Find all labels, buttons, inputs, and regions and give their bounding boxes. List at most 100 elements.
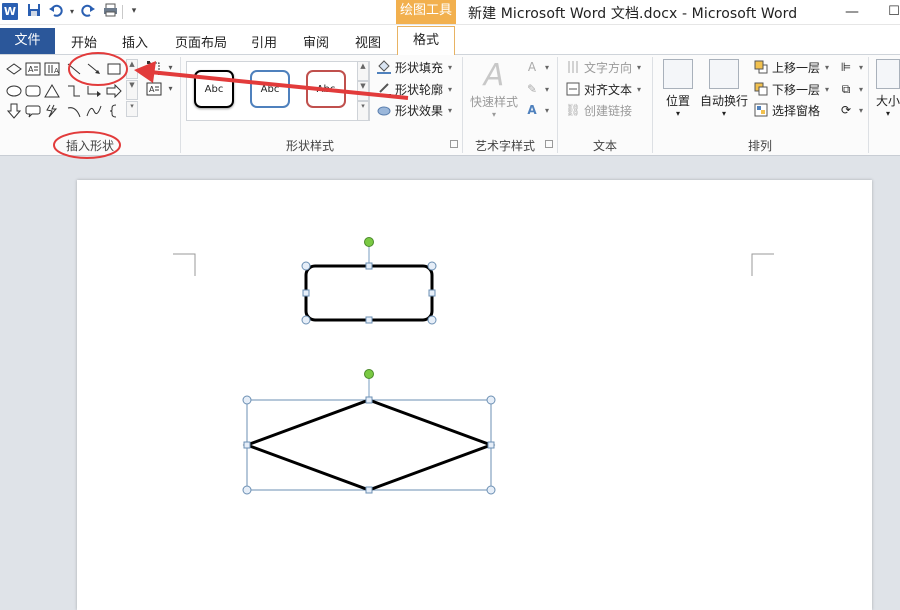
shape-rectangle-icon[interactable] bbox=[105, 60, 122, 77]
rotate-icon: ⟳ bbox=[840, 103, 852, 117]
shape-styles-label: 形状样式 bbox=[285, 139, 334, 153]
svg-text:A: A bbox=[149, 85, 155, 94]
shape-style-sample-blue[interactable]: Abc bbox=[250, 70, 290, 108]
draw-textbox-icon[interactable]: A bbox=[145, 80, 162, 97]
send-backward-button[interactable]: 下移一层 ▾ bbox=[753, 79, 829, 99]
shape-right-arrow-icon[interactable] bbox=[105, 82, 122, 99]
pencil-outline-icon bbox=[376, 81, 392, 97]
page-content-svg bbox=[173, 237, 774, 495]
margin-corner-mark-left bbox=[173, 253, 196, 276]
shape-lightning-icon[interactable] bbox=[43, 102, 60, 119]
text-outline-button[interactable]: ✎ ▾ bbox=[524, 79, 549, 99]
tab-references[interactable]: 引用 bbox=[251, 32, 277, 51]
customize-qat-icon[interactable]: ▾ bbox=[126, 3, 142, 20]
text-effects-icon: A bbox=[527, 103, 537, 117]
shape-arc-icon[interactable] bbox=[65, 102, 82, 119]
tab-home[interactable]: 开始 bbox=[71, 32, 97, 51]
shapes-gallery-scroll-up[interactable]: ▲ bbox=[126, 59, 138, 79]
edit-shape-dropdown-icon[interactable]: ▾ bbox=[162, 59, 179, 76]
wrap-text-icon bbox=[709, 59, 739, 89]
tab-file[interactable]: 文件 bbox=[0, 28, 55, 54]
draw-textbox-dropdown-icon[interactable]: ▾ bbox=[162, 80, 179, 97]
rotate-button[interactable]: ⟳ ▾ bbox=[838, 100, 863, 120]
shape-diamond-icon[interactable] bbox=[5, 60, 22, 77]
shape-effects-dropdown-icon: ▾ bbox=[448, 105, 453, 115]
shape-arrow-icon[interactable] bbox=[85, 60, 102, 77]
wrap-text-button[interactable]: 自动换行 ▾ bbox=[699, 59, 749, 118]
bring-forward-dropdown-icon: ▾ bbox=[825, 62, 830, 72]
align-icon: ⊫ bbox=[840, 60, 852, 74]
shape-effects-button[interactable]: 形状效果 ▾ bbox=[376, 100, 452, 120]
align-dropdown-icon: ▾ bbox=[859, 62, 864, 72]
create-link-label: 创建链接 bbox=[584, 103, 633, 118]
shape-outline-label: 形状轮廓 bbox=[395, 82, 444, 97]
bring-forward-icon bbox=[753, 59, 769, 75]
shape-oval-icon[interactable] bbox=[5, 82, 22, 99]
bring-forward-button[interactable]: 上移一层 ▾ bbox=[753, 57, 829, 77]
text-direction-button[interactable]: 文字方向 ▾ bbox=[565, 57, 641, 77]
align-button[interactable]: ⊫ ▾ bbox=[838, 57, 863, 77]
window-title: 新建 Microsoft Word 文档.docx - Microsoft Wo… bbox=[468, 6, 798, 22]
edit-shape-icon[interactable] bbox=[145, 59, 162, 76]
ribbon-tabs: 文件 开始 插入 页面布局 引用 审阅 视图 格式 bbox=[0, 25, 900, 56]
margin-corner-mark-right bbox=[751, 253, 774, 276]
shape-style-sample-black[interactable]: Abc bbox=[194, 70, 234, 108]
undo-icon[interactable] bbox=[48, 3, 64, 20]
tab-page-layout[interactable]: 页面布局 bbox=[175, 32, 227, 51]
styles-gallery-more[interactable]: ▾ bbox=[357, 101, 369, 121]
undo-dropdown-icon[interactable]: ▾ bbox=[64, 3, 80, 20]
print-icon[interactable] bbox=[102, 3, 118, 20]
create-link-button[interactable]: ⛓ 创建链接 bbox=[565, 100, 632, 120]
redo-icon[interactable] bbox=[80, 3, 96, 20]
shape-triangle-icon[interactable] bbox=[43, 82, 60, 99]
group-button[interactable]: ⧉ ▾ bbox=[838, 79, 863, 99]
shape-vertical-textbox-icon[interactable]: A bbox=[43, 60, 60, 77]
selection-pane-icon bbox=[753, 102, 769, 118]
quick-styles-button[interactable]: A 快速样式 ▾ bbox=[468, 59, 520, 120]
styles-gallery-scroll-up[interactable]: ▲ bbox=[357, 61, 369, 81]
link-icon: ⛓ bbox=[565, 103, 581, 117]
maximize-icon[interactable]: ☐ bbox=[884, 2, 900, 22]
shape-fill-button[interactable]: 形状填充 ▾ bbox=[376, 57, 452, 77]
position-button[interactable]: 位置 ▾ bbox=[655, 59, 701, 118]
shapes-gallery-scroll-down[interactable]: ▼ bbox=[126, 80, 138, 100]
shape-textbox-icon[interactable]: A bbox=[24, 60, 41, 77]
rounded-rectangle-shape[interactable] bbox=[301, 237, 437, 325]
shape-callout-icon[interactable] bbox=[24, 102, 41, 119]
diamond-shape[interactable] bbox=[242, 369, 496, 495]
shape-brace-icon[interactable] bbox=[105, 102, 122, 119]
tab-format[interactable]: 格式 bbox=[397, 26, 455, 56]
selection-pane-button[interactable]: 选择窗格 bbox=[753, 100, 820, 120]
text-effects-button[interactable]: A ▾ bbox=[524, 100, 549, 120]
shape-rounded-rectangle-icon[interactable] bbox=[24, 82, 41, 99]
text-outline-icon: ✎ bbox=[526, 82, 538, 96]
text-fill-button[interactable]: A ▾ bbox=[524, 57, 549, 77]
tab-insert[interactable]: 插入 bbox=[122, 32, 148, 51]
shape-elbow-connector-icon[interactable] bbox=[65, 82, 82, 99]
document-page[interactable] bbox=[77, 180, 872, 610]
save-icon[interactable] bbox=[26, 3, 42, 20]
shapes-gallery-more[interactable]: ▾ bbox=[126, 101, 138, 117]
shape-outline-button[interactable]: 形状轮廓 ▾ bbox=[376, 79, 452, 99]
shape-line-icon[interactable] bbox=[65, 60, 82, 77]
align-text-button[interactable]: 对齐文本 ▾ bbox=[565, 79, 641, 99]
text-direction-dropdown-icon: ▾ bbox=[637, 62, 642, 72]
shape-curve-icon[interactable] bbox=[85, 102, 102, 119]
send-backward-dropdown-icon: ▾ bbox=[825, 84, 830, 94]
size-button[interactable]: 大小 ▾ bbox=[873, 59, 900, 118]
tab-review[interactable]: 审阅 bbox=[303, 32, 329, 51]
svg-text:A: A bbox=[28, 65, 34, 74]
wordart-launcher-icon[interactable] bbox=[545, 140, 553, 148]
align-text-icon bbox=[565, 81, 581, 97]
styles-gallery-scroll-down[interactable]: ▼ bbox=[357, 81, 369, 101]
size-dropdown-icon: ▾ bbox=[885, 109, 890, 118]
shape-style-sample-red[interactable]: Abc bbox=[306, 70, 346, 108]
shape-down-arrow-icon[interactable] bbox=[5, 102, 22, 119]
text-fill-icon: A bbox=[527, 60, 537, 74]
shape-elbow-arrow-icon[interactable] bbox=[85, 82, 102, 99]
minimize-icon[interactable]: — bbox=[842, 2, 862, 22]
shape-styles-launcher-icon[interactable] bbox=[450, 140, 458, 148]
word-app-icon[interactable]: W bbox=[2, 3, 18, 20]
tab-view[interactable]: 视图 bbox=[355, 32, 381, 51]
document-area[interactable] bbox=[0, 156, 900, 610]
